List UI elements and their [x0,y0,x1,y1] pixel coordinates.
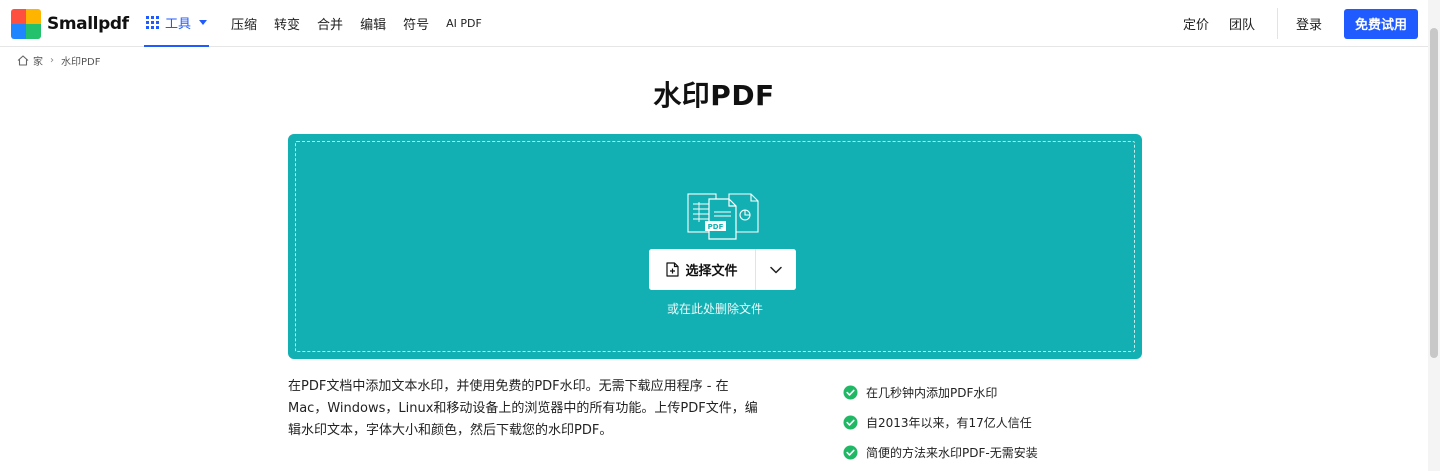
drop-files-hint: 或在此处删除文件 [666,302,763,316]
chevron-down-icon [770,266,782,273]
home-icon [17,55,29,66]
pricing-link[interactable]: 定价 [1183,14,1209,33]
top-header: Smallpdf 工具 压缩 转变 合并 编辑 符号 AI PDF 定价 团队 … [0,0,1428,47]
nav-tools-label: 工具 [165,17,192,32]
header-divider [1276,8,1278,39]
login-link[interactable]: 登录 [1296,14,1322,33]
documents-illustration: PDF [687,193,759,240]
breadcrumb-separator: › [50,55,54,66]
nav-item-compress[interactable]: 压缩 [231,14,257,33]
smallpdf-logo-mark [11,9,41,39]
team-link[interactable]: 团队 [1229,14,1255,33]
nav-item-convert[interactable]: 转变 [274,14,300,33]
nav-item-sign[interactable]: 符号 [403,14,429,33]
page-title: 水印PDF [653,79,775,112]
right-nav: 定价 团队 登录 免费试用 [1163,0,1418,47]
page-scrollbar[interactable] [1428,0,1440,471]
choose-file-group: 选择文件 [649,249,796,290]
illustration-pdf-badge: PDF [708,223,724,231]
choose-file-label: 选择文件 [685,264,738,279]
breadcrumb: 家 › 水印PDF [17,53,100,68]
choose-file-button[interactable]: 选择文件 [649,249,756,290]
scrollbar-thumb[interactable] [1430,28,1438,358]
file-plus-icon [666,262,680,277]
brand-name: Smallpdf [47,14,129,34]
feature-text: 自2013年以来，有17亿人信任 [866,415,1032,430]
tool-description: 在PDF文档中添加文本水印，并使用免费的PDF水印。无需下载应用程序 - 在Ma… [288,379,758,438]
feature-item: 简便的方法来水印PDF-无需安装 [843,437,1038,467]
main-nav: 工具 压缩 转变 合并 编辑 符号 AI PDF [144,0,499,47]
free-trial-button[interactable]: 免费试用 [1344,8,1418,39]
breadcrumb-current: 水印PDF [61,57,101,68]
feature-list: 在几秒钟内添加PDF水印 自2013年以来，有17亿人信任 简便的方法来水印PD… [843,377,1038,467]
grid-icon [146,16,159,29]
feature-text: 简便的方法来水印PDF-无需安装 [866,445,1038,460]
nav-item-ai-pdf[interactable]: AI PDF [446,17,482,30]
breadcrumb-home[interactable]: 家 [33,53,43,68]
nav-tools-menu[interactable]: 工具 [144,0,210,47]
smallpdf-logo[interactable]: Smallpdf [11,9,129,39]
check-circle-icon [843,445,858,459]
check-circle-icon [843,385,858,399]
choose-source-dropdown[interactable] [756,249,796,290]
check-circle-icon [843,415,858,429]
nav-item-merge[interactable]: 合并 [317,14,343,33]
caret-down-icon [199,20,208,25]
dropzone-dashed-border: PDF 选择文件 或在此处删除文件 [295,141,1135,352]
file-dropzone[interactable]: PDF 选择文件 或在此处删除文件 [288,134,1142,359]
feature-item: 自2013年以来，有17亿人信任 [843,407,1038,437]
nav-item-edit[interactable]: 编辑 [360,14,386,33]
feature-text: 在几秒钟内添加PDF水印 [866,385,998,400]
feature-item: 在几秒钟内添加PDF水印 [843,377,1038,407]
